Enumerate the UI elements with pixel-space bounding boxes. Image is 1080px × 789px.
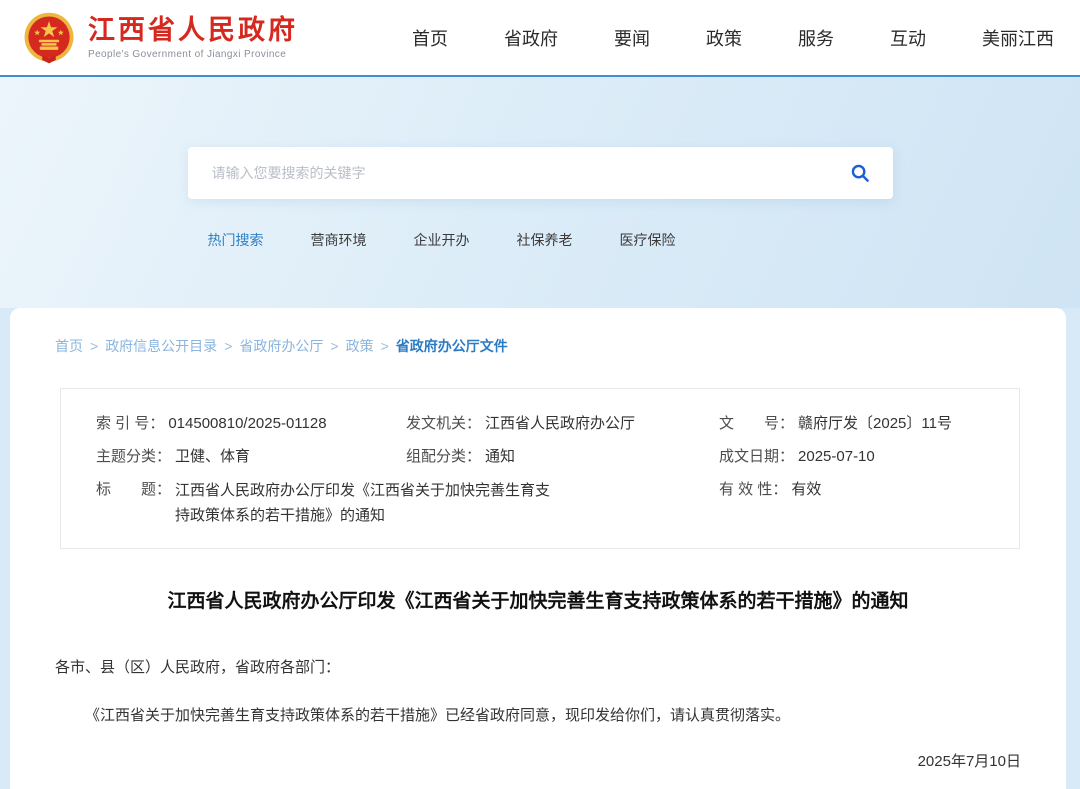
breadcrumb-policy[interactable]: 政策 <box>346 336 374 356</box>
meta-document-number: 文 号： 赣府厅发〔2025〕11号 <box>719 414 1009 434</box>
meta-issue-date: 成文日期： 2025-07-10 <box>719 447 1009 467</box>
hot-search-item-medical-insurance[interactable]: 医疗保险 <box>620 230 676 250</box>
breadcrumb-separator: > <box>381 338 389 354</box>
hot-search-item-social-security[interactable]: 社保养老 <box>517 230 573 250</box>
breadcrumb: 首页 > 政府信息公开目录 > 省政府办公厅 > 政策 > 省政府办公厅文件 <box>55 336 1021 356</box>
meta-issuing-organ-label: 发文机关： <box>406 414 481 434</box>
meta-issue-date-value: 2025-07-10 <box>794 447 875 467</box>
meta-validity-label: 有 效 性： <box>719 480 787 500</box>
search-box <box>188 147 893 199</box>
meta-group-category-label: 组配分类： <box>406 447 481 467</box>
national-emblem-icon <box>22 11 76 65</box>
meta-topic-category: 主题分类： 卫健、体育 <box>96 447 406 467</box>
nav-item-policy[interactable]: 政策 <box>706 25 742 51</box>
document-date: 2025年7月10日 <box>55 751 1021 773</box>
banner: 热门搜索 营商环境 企业开办 社保养老 医疗保险 <box>0 77 1080 308</box>
hot-search-row: 热门搜索 营商环境 企业开办 社保养老 医疗保险 <box>188 230 893 250</box>
document-title: 江西省人民政府办公厅印发《江西省关于加快完善生育支持政策体系的若干措施》的通知 <box>55 586 1021 613</box>
nav-item-services[interactable]: 服务 <box>798 25 834 51</box>
meta-issuing-organ: 发文机关： 江西省人民政府办公厅 <box>406 414 719 434</box>
meta-document-number-label: 文 号： <box>719 414 794 434</box>
search-input[interactable] <box>212 165 849 181</box>
nav-item-home[interactable]: 首页 <box>412 25 448 51</box>
hot-search-label: 热门搜索 <box>208 230 264 250</box>
meta-title-label: 标 题： <box>96 480 171 500</box>
content-card: 首页 > 政府信息公开目录 > 省政府办公厅 > 政策 > 省政府办公厅文件 索… <box>10 308 1066 789</box>
document-meta-box: 索 引 号： 014500810/2025-01128 发文机关： 江西省人民政… <box>60 388 1020 549</box>
meta-issuing-organ-value: 江西省人民政府办公厅 <box>481 414 635 434</box>
search-icon <box>849 162 871 184</box>
breadcrumb-info-directory[interactable]: 政府信息公开目录 <box>105 336 217 356</box>
document-meta-grid: 索 引 号： 014500810/2025-01128 发文机关： 江西省人民政… <box>96 414 1009 528</box>
page: 江西省人民政府 People's Government of Jiangxi P… <box>0 0 1080 789</box>
meta-group-category-value: 通知 <box>481 447 515 467</box>
meta-validity-value: 有效 <box>787 480 821 500</box>
meta-validity: 有 效 性： 有效 <box>719 480 1009 528</box>
breadcrumb-separator: > <box>330 338 338 354</box>
site-title: 江西省人民政府 <box>88 15 298 46</box>
meta-title: 标 题： 江西省人民政府办公厅印发《江西省关于加快完善生育支持政策体系的若干措施… <box>96 480 719 528</box>
hot-search-item-business-env[interactable]: 营商环境 <box>311 230 367 250</box>
breadcrumb-home[interactable]: 首页 <box>55 336 83 356</box>
document-paragraph: 《江西省关于加快完善生育支持政策体系的若干措施》已经省政府同意，现印发给你们，请… <box>55 705 1021 727</box>
meta-topic-category-value: 卫健、体育 <box>171 447 250 467</box>
nav-item-interaction[interactable]: 互动 <box>890 25 926 51</box>
logo-text: 江西省人民政府 People's Government of Jiangxi P… <box>88 15 298 59</box>
main-nav: 首页 省政府 要闻 政策 服务 互动 美丽江西 <box>412 25 1062 51</box>
meta-topic-category-label: 主题分类： <box>96 447 171 467</box>
site-logo[interactable]: 江西省人民政府 People's Government of Jiangxi P… <box>22 11 298 65</box>
meta-title-value: 江西省人民政府办公厅印发《江西省关于加快完善生育支持政策体系的若干措施》的通知 <box>171 478 561 528</box>
search-button[interactable] <box>849 162 871 184</box>
breadcrumb-separator: > <box>224 338 232 354</box>
breadcrumb-general-office[interactable]: 省政府办公厅 <box>239 336 323 356</box>
nav-item-provincial-gov[interactable]: 省政府 <box>504 25 558 51</box>
meta-index-number-label: 索 引 号： <box>96 414 164 434</box>
nav-item-news[interactable]: 要闻 <box>614 25 650 51</box>
meta-group-category: 组配分类： 通知 <box>406 447 719 467</box>
nav-item-beautiful-jiangxi[interactable]: 美丽江西 <box>982 25 1054 51</box>
meta-index-number: 索 引 号： 014500810/2025-01128 <box>96 414 406 434</box>
document-body: 各市、县（区）人民政府，省政府各部门： 《江西省关于加快完善生育支持政策体系的若… <box>55 657 1021 789</box>
breadcrumb-current[interactable]: 省政府办公厅文件 <box>396 336 508 356</box>
document-salutation: 各市、县（区）人民政府，省政府各部门： <box>55 657 1021 679</box>
meta-issue-date-label: 成文日期： <box>719 447 794 467</box>
meta-index-number-value: 014500810/2025-01128 <box>164 414 326 434</box>
site-header: 江西省人民政府 People's Government of Jiangxi P… <box>0 0 1080 77</box>
hot-search-item-company-setup[interactable]: 企业开办 <box>414 230 470 250</box>
breadcrumb-separator: > <box>90 338 98 354</box>
meta-document-number-value: 赣府厅发〔2025〕11号 <box>794 414 952 434</box>
site-subtitle: People's Government of Jiangxi Province <box>88 49 298 60</box>
